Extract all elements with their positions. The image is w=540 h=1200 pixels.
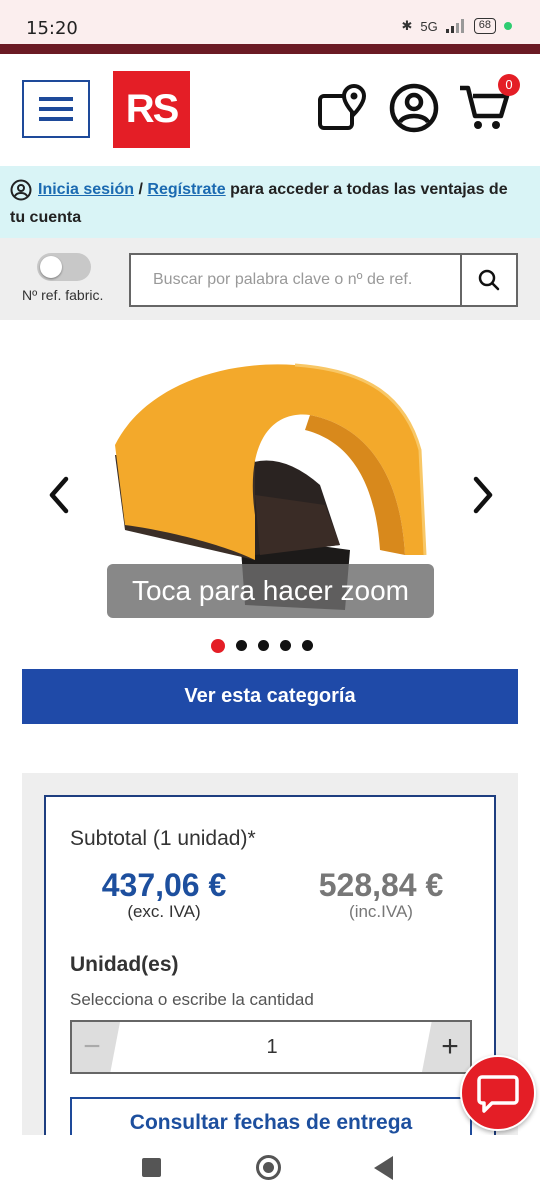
price-incl-amount: 528,84 € — [318, 867, 444, 903]
battery-indicator: 68 — [473, 18, 496, 34]
search-icon — [478, 269, 500, 291]
hamburger-icon — [39, 97, 73, 101]
system-nav-bar — [0, 1135, 540, 1200]
carousel-dots — [0, 638, 540, 653]
subtotal-label: Subtotal (1 unidad)* — [70, 827, 256, 850]
pricing-card: Subtotal (1 unidad)* 437,06 € (exc. IVA)… — [44, 795, 496, 1157]
quantity-input[interactable]: 1 — [132, 1022, 412, 1072]
toggle-knob — [40, 256, 62, 278]
pricing-section: Subtotal (1 unidad)* 437,06 € (exc. IVA)… — [22, 773, 518, 1157]
hamburger-line — [39, 117, 73, 121]
header-stripe — [0, 44, 540, 54]
account-icon[interactable] — [388, 82, 440, 134]
carousel-prev-icon[interactable] — [44, 475, 74, 515]
hamburger-line — [39, 107, 73, 111]
toggle-label: Nº ref. fabric. — [22, 287, 104, 303]
search-input[interactable] — [131, 255, 462, 305]
network-label: 5G — [420, 18, 438, 34]
cart-count-badge: 0 — [498, 74, 520, 96]
status-icons: ✱ 5G 68 — [401, 18, 512, 34]
quantity-stepper: − 1 + — [70, 1020, 472, 1074]
view-category-button[interactable]: Ver esta categoría — [22, 669, 518, 724]
units-label: Unidad(es) — [70, 953, 179, 976]
store-locator-icon[interactable] — [316, 82, 368, 134]
decrease-quantity-button[interactable]: − — [72, 1022, 120, 1072]
zoom-hint[interactable]: Toca para hacer zoom — [107, 564, 434, 618]
signal-icon — [445, 19, 464, 33]
banner-separator: / — [138, 181, 143, 198]
manufacturer-ref-toggle[interactable] — [37, 253, 91, 281]
bluetooth-icon: ✱ — [401, 18, 413, 33]
carousel-dot[interactable] — [302, 640, 313, 651]
carousel-next-icon[interactable] — [468, 475, 498, 515]
login-banner: Inicia sesión / Regístrate para acceder … — [0, 166, 540, 238]
site-header: RS 0 — [0, 54, 540, 166]
product-image-carousel: Toca para hacer zoom — [0, 320, 540, 670]
price-excl-amount: 437,06 € — [101, 867, 227, 903]
login-link[interactable]: Inicia sesión — [38, 181, 134, 198]
home-icon[interactable] — [256, 1155, 281, 1180]
price-incl-vat: 528,84 € (inc.IVA) — [291, 867, 471, 922]
search-button[interactable] — [460, 255, 516, 305]
status-time: 15:20 — [26, 18, 78, 39]
privacy-dot-icon — [504, 22, 512, 30]
carousel-dot[interactable] — [211, 638, 225, 653]
rs-logo[interactable]: RS — [113, 71, 190, 148]
price-excl-vat: 437,06 € (exc. IVA) — [74, 867, 254, 922]
carousel-dot[interactable] — [236, 640, 247, 651]
search-box — [129, 253, 518, 307]
recent-apps-icon[interactable] — [142, 1158, 161, 1177]
increase-quantity-button[interactable]: + — [422, 1022, 470, 1072]
status-bar: 15:20 ✱ 5G 68 — [0, 0, 540, 44]
chat-icon — [477, 1075, 519, 1113]
back-icon[interactable] — [374, 1156, 393, 1180]
carousel-dot[interactable] — [258, 640, 269, 651]
search-strip: Nº ref. fabric. — [0, 238, 540, 320]
price-excl-label: (exc. IVA) — [127, 902, 201, 921]
price-incl-label: (inc.IVA) — [349, 902, 413, 921]
carousel-dot[interactable] — [280, 640, 291, 651]
user-circle-icon — [10, 179, 32, 201]
register-link[interactable]: Regístrate — [147, 181, 225, 198]
menu-button[interactable] — [22, 80, 90, 138]
units-help-text: Selecciona o escribe la cantidad — [70, 990, 314, 1009]
chat-button[interactable] — [460, 1055, 536, 1131]
